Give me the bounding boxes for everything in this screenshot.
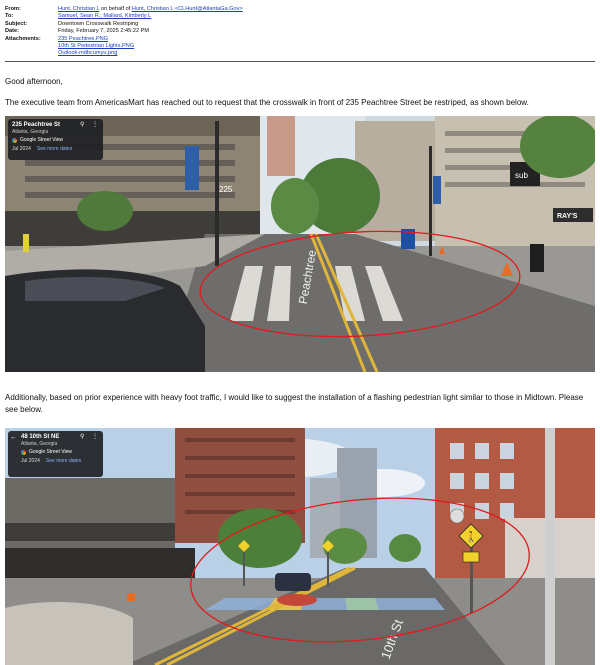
from-mid-text: on behalf of bbox=[101, 6, 131, 12]
store-sign: RAY'S bbox=[557, 213, 578, 220]
date-row: Date: Friday, February 7, 2025 2:45:22 P… bbox=[5, 28, 595, 35]
pin-icon[interactable]: ⚲ bbox=[80, 434, 84, 441]
source-label: Google Street View bbox=[29, 449, 72, 455]
source-label: Google Street View bbox=[20, 137, 63, 143]
see-more-dates-link[interactable]: See more dates bbox=[46, 458, 81, 465]
attachment-link[interactable]: Outlook-mdbcumyu.png bbox=[58, 50, 595, 57]
more-options-icon[interactable]: ⋮ bbox=[92, 434, 98, 441]
greeting: Good afternoon, bbox=[5, 77, 63, 86]
date-label: Date: bbox=[5, 28, 19, 35]
building-number: 225 bbox=[219, 185, 233, 194]
header-divider bbox=[5, 61, 595, 62]
to-recipients-link[interactable]: Samuel, Sean R.; Mallard, Kimberly L bbox=[58, 13, 595, 20]
date-value: Friday, February 7, 2025 2:45:22 PM bbox=[58, 28, 149, 35]
attachments-row: Attachments: 235 Peachtree.PNG 10th St P… bbox=[5, 36, 595, 58]
attachments-label: Attachments: bbox=[5, 35, 41, 42]
svg-text:🚶: 🚶 bbox=[465, 530, 477, 543]
subject-value: Downtown Crosswalk Restriping bbox=[58, 20, 139, 27]
pin-icon[interactable]: ⚲ bbox=[80, 122, 84, 129]
attachment-link[interactable]: 10th St Pedestrian Lights.PNG bbox=[58, 43, 595, 50]
subject-label: Subject: bbox=[5, 20, 28, 27]
to-label: To: bbox=[5, 13, 14, 20]
from-row: From: Hunt, Christian L on behalf of Hun… bbox=[5, 6, 595, 13]
blue-banner bbox=[185, 146, 199, 190]
from-address-link[interactable]: Hunt, Christian L <CLHunt@AtlantaGa.Gov> bbox=[132, 6, 243, 12]
from-label: From: bbox=[5, 6, 21, 12]
location-city: Atlanta, Georgia bbox=[12, 128, 49, 135]
see-more-dates-link[interactable]: See more dates bbox=[37, 146, 72, 153]
capture-date: Jul 2024 bbox=[21, 457, 40, 464]
to-row: To: Samuel, Sean R.; Mallard, Kimberly L bbox=[5, 13, 595, 20]
parked-car bbox=[5, 602, 133, 665]
shop-sign: sub bbox=[515, 171, 528, 180]
more-options-icon[interactable]: ⋮ bbox=[92, 122, 98, 129]
location-city: Atlanta, Georgia bbox=[21, 440, 58, 447]
streetview-image-235-peachtree: 225 sub RAY'S Peachtree 235 Peachtree St… bbox=[5, 116, 595, 372]
email-header: From: Hunt, Christian L on behalf of Hun… bbox=[5, 6, 595, 58]
streetview-info-card[interactable]: 235 Peachtree St Atlanta, Georgia Google… bbox=[8, 119, 103, 160]
subject-row: Subject: Downtown Crosswalk Restriping bbox=[5, 21, 595, 28]
from-name-link[interactable]: Hunt, Christian L bbox=[58, 6, 99, 12]
paragraph-2: Additionally, based on prior experience … bbox=[5, 393, 584, 414]
streetview-image-10th-st: 10th St 🚶 ← 48 10th St NE Atlanta, Georg… bbox=[5, 428, 595, 665]
back-arrow-icon[interactable]: ← bbox=[10, 434, 17, 442]
google-logo-icon bbox=[12, 137, 17, 143]
streetview-info-card[interactable]: ← 48 10th St NE Atlanta, Georgia Google … bbox=[8, 431, 103, 477]
paragraph-1: The executive team from AmericasMart has… bbox=[5, 98, 529, 107]
capture-date: Jul 2024 bbox=[12, 145, 31, 152]
google-logo-icon bbox=[21, 449, 26, 455]
attachment-link[interactable]: 235 Peachtree.PNG bbox=[58, 36, 595, 43]
